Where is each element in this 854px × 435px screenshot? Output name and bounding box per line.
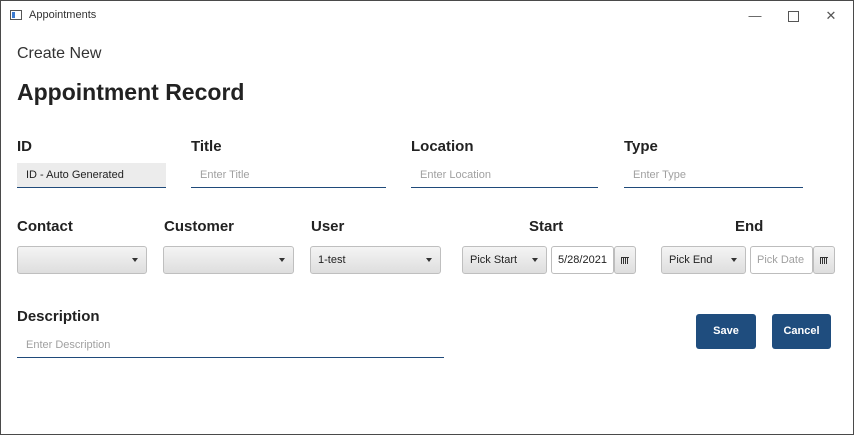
type-field[interactable]: Enter Type <box>624 163 803 188</box>
end-time-value: Pick End <box>669 254 713 266</box>
user-combo-value: 1-test <box>318 254 346 266</box>
start-label: Start <box>529 218 564 235</box>
cancel-button[interactable]: Cancel <box>772 314 831 349</box>
description-label: Description <box>17 308 100 325</box>
chevron-down-icon <box>132 258 138 262</box>
contact-combo[interactable] <box>17 246 147 274</box>
title-label: Title <box>191 138 222 155</box>
minimize-button[interactable]: — <box>740 5 770 27</box>
type-label: Type <box>624 138 658 155</box>
calendar-icon <box>621 257 629 264</box>
location-field[interactable]: Enter Location <box>411 163 598 188</box>
start-time-combo[interactable]: Pick Start <box>462 246 547 274</box>
appointments-window: Appointments — ✕ Create New Appointment … <box>0 0 854 435</box>
save-button[interactable]: Save <box>696 314 756 349</box>
page-subtitle: Create New <box>17 45 102 62</box>
end-time-combo[interactable]: Pick End <box>661 246 746 274</box>
end-date-field[interactable]: Pick Date <box>750 246 813 274</box>
id-field: ID - Auto Generated <box>17 163 166 188</box>
start-date-field[interactable]: 5/28/2021 <box>551 246 614 274</box>
window-title: Appointments <box>29 9 97 21</box>
close-button[interactable]: ✕ <box>816 5 846 27</box>
user-label: User <box>311 218 345 235</box>
app-icon <box>10 10 22 20</box>
maximize-button[interactable] <box>778 5 808 27</box>
end-date-picker-button[interactable] <box>813 246 835 274</box>
maximize-icon <box>787 11 799 23</box>
start-date-picker-button[interactable] <box>614 246 636 274</box>
description-field[interactable]: Enter Description <box>17 333 444 358</box>
chevron-down-icon <box>532 258 538 262</box>
end-label: End <box>735 218 764 235</box>
chevron-down-icon <box>731 258 737 262</box>
calendar-icon <box>820 257 828 264</box>
customer-combo[interactable] <box>163 246 294 274</box>
contact-label: Contact <box>17 218 73 235</box>
location-label: Location <box>411 138 474 155</box>
customer-label: Customer <box>164 218 235 235</box>
chevron-down-icon <box>279 258 285 262</box>
title-field[interactable]: Enter Title <box>191 163 386 188</box>
title-bar: Appointments — ✕ <box>1 1 853 31</box>
id-label: ID <box>17 138 32 155</box>
user-combo[interactable]: 1-test <box>310 246 441 274</box>
page-title: Appointment Record <box>17 79 245 105</box>
start-time-value: Pick Start <box>470 254 518 266</box>
chevron-down-icon <box>426 258 432 262</box>
